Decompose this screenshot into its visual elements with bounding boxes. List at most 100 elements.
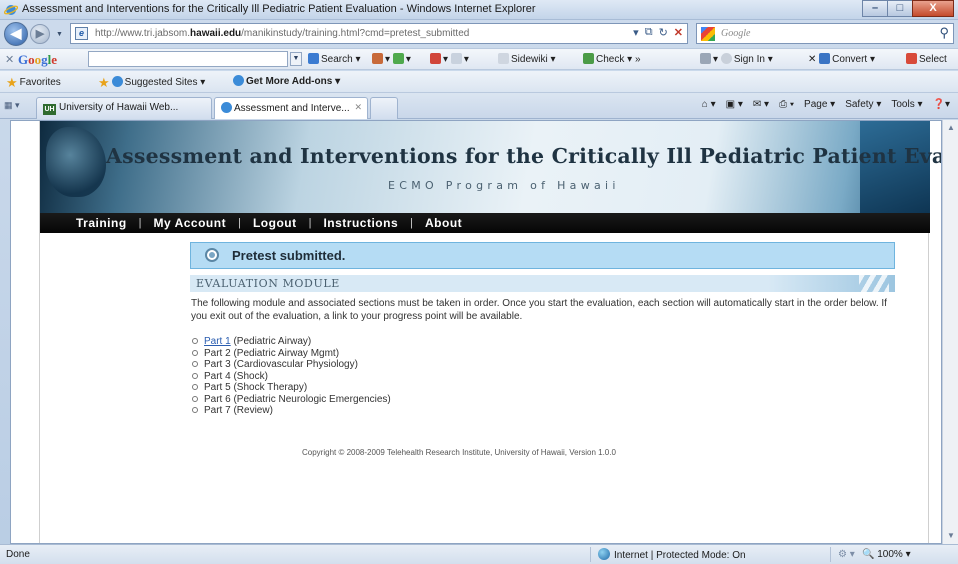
bullet-icon <box>192 361 198 367</box>
bullet-icon <box>192 395 198 402</box>
title-bar: Assessment and Interventions for the Cri… <box>0 0 958 20</box>
address-bar-row: ◀ ▶ ▼ e http://www.tri.jabsom.hawaii.edu… <box>0 20 958 48</box>
feeds-button[interactable]: ▣ ▾ <box>726 99 743 110</box>
toolbar-options-button[interactable]: ▾ ▾ <box>372 53 411 65</box>
maximize-icon: □ <box>896 2 904 14</box>
globe-icon <box>598 548 610 560</box>
ie-icon <box>111 76 123 87</box>
favorites-button[interactable]: ★ Favorites <box>6 75 61 91</box>
window-title: Assessment and Interventions for the Cri… <box>22 3 536 15</box>
popup-icon <box>450 53 462 64</box>
recent-pages-dropdown-icon[interactable]: ▼ <box>56 31 63 38</box>
module-intro: The following module and associated sect… <box>191 298 887 322</box>
info-icon <box>205 248 219 262</box>
command-bar: ⌂ ▾ ▣ ▾ ✉ ▾ ⎙ ▾ Page ▾ Safety ▾ Tools ▾ … <box>702 99 950 110</box>
uh-icon: UH <box>43 104 56 115</box>
help-icon[interactable]: ❓▾ <box>933 99 950 110</box>
popup-blocker-icon[interactable]: ⚙ ▾ <box>838 549 855 560</box>
suggested-sites-link[interactable]: ★ Suggested Sites ▾ <box>98 75 205 91</box>
url-dropdown-icon[interactable]: ▾ <box>633 26 639 39</box>
stop-icon[interactable]: ✕ <box>674 26 683 39</box>
new-tab-button[interactable] <box>370 97 398 119</box>
bookmarks-button[interactable]: ▾ ▾ <box>430 53 469 65</box>
tab-university-of-hawaii[interactable]: UH University of Hawaii Web... <box>36 97 212 119</box>
site-title: Assessment and Interventions for the Cri… <box>106 144 942 168</box>
bookmark-icon <box>430 53 441 64</box>
page-viewport: Assessment and Interventions for the Cri… <box>10 120 942 544</box>
scroll-down-icon[interactable]: ▼ <box>943 528 958 544</box>
vertical-scrollbar[interactable]: ▲ ▼ <box>942 120 958 544</box>
favorites-star-icon: ★ <box>6 75 18 90</box>
nav-separator: | <box>308 217 312 229</box>
search-provider-icon[interactable] <box>701 27 715 41</box>
home-button[interactable]: ⌂ ▾ <box>702 99 716 110</box>
options-icon <box>372 53 383 64</box>
bullet-icon <box>192 384 198 390</box>
site-container: Assessment and Interventions for the Cri… <box>39 121 942 543</box>
zoom-control[interactable]: 🔍 100% ▾ <box>862 549 911 560</box>
search-icon[interactable]: ⚲ <box>939 25 949 41</box>
signin-button[interactable]: ▾ Sign In ▾ <box>700 53 773 65</box>
list-item: Part 5 (Shock Therapy) <box>191 382 691 394</box>
module-heading: EVALUATION MODULE <box>190 275 895 292</box>
minimize-button[interactable]: – <box>862 0 888 17</box>
nav-my-account[interactable]: My Account <box>154 216 227 230</box>
nav-about[interactable]: About <box>425 216 462 230</box>
scroll-up-icon[interactable]: ▲ <box>943 120 958 136</box>
nav-instructions[interactable]: Instructions <box>323 216 398 230</box>
address-bar[interactable]: e http://www.tri.jabsom.hawaii.edu/manik… <box>70 23 688 44</box>
pdf-select-icon <box>906 53 917 64</box>
select-button[interactable]: Select <box>906 53 947 65</box>
url-text[interactable]: http://www.tri.jabsom.hawaii.edu/manikin… <box>95 28 469 39</box>
list-item: Part 2 (Pediatric Airway Mgmt) <box>191 348 691 360</box>
list-item: Part 6 (Pediatric Neurologic Emergencies… <box>191 394 691 406</box>
forward-button[interactable]: ▶ <box>30 24 50 44</box>
part-1-link[interactable]: Part 1 <box>204 336 231 347</box>
safety-menu[interactable]: Safety ▾ <box>845 99 881 110</box>
page-menu[interactable]: Page ▾ <box>804 99 835 110</box>
maximize-button[interactable]: □ <box>887 0 913 17</box>
bullet-icon <box>192 372 198 379</box>
spellcheck-button[interactable]: Check ▾ » <box>583 53 641 65</box>
quick-tabs-icon[interactable]: ▦ ▾ <box>4 100 20 111</box>
mail-button[interactable]: ✉ ▾ <box>753 99 769 110</box>
convert-button[interactable]: ✕ Convert ▾ <box>808 53 875 65</box>
print-button[interactable]: ⎙ ▾ <box>779 99 794 110</box>
status-divider <box>830 547 831 562</box>
tab-assessment[interactable]: Assessment and Interve... ✕ <box>214 97 368 119</box>
tools-menu[interactable]: Tools ▾ <box>891 99 922 110</box>
add-favorite-icon: ★ <box>98 75 110 90</box>
convert-icon <box>819 53 831 64</box>
refresh-icon[interactable]: ↻ <box>659 26 668 39</box>
toolbar-close-icon[interactable]: ✕ <box>5 53 14 66</box>
back-button[interactable]: ◀ <box>4 22 28 46</box>
security-zone[interactable]: Internet | Protected Mode: On <box>598 548 746 561</box>
google-search-icon <box>308 53 319 64</box>
nav-separator: | <box>238 217 241 229</box>
list-item: Part 1 (Pediatric Airway) <box>191 336 691 348</box>
tab-close-icon[interactable]: ✕ <box>354 102 362 113</box>
google-search-dropdown[interactable]: ▼ <box>290 52 302 66</box>
tab-row: ▦ ▾ UH University of Hawaii Web... Assess… <box>0 93 958 119</box>
module-heading-label: EVALUATION MODULE <box>196 277 340 290</box>
google-search-button[interactable]: Search ▾ <box>308 53 361 65</box>
bullet-icon <box>192 338 198 344</box>
search-box[interactable]: Google ⚲ <box>696 23 954 44</box>
get-more-addons-link[interactable]: Get More Add-ons ▾ <box>233 75 340 87</box>
window-controls: – □ X <box>862 0 954 18</box>
address-tools: ▾ ⧉ ↻ ✕ <box>633 26 683 39</box>
nav-logout[interactable]: Logout <box>253 216 297 230</box>
wrench-icon <box>700 53 711 64</box>
close-button[interactable]: X <box>912 0 954 17</box>
browser-window: Assessment and Interventions for the Cri… <box>0 0 958 564</box>
google-search-input[interactable] <box>88 51 288 67</box>
ie-icon <box>4 5 18 15</box>
site-nav: Training | My Account | Logout | Instruc… <box>40 213 930 233</box>
status-bar: Done Internet | Protected Mode: On ⚙ ▾ 🔍… <box>0 544 958 564</box>
search-placeholder: Google <box>721 28 751 39</box>
notice-message: Pretest submitted. <box>232 248 346 263</box>
sidewiki-button[interactable]: Sidewiki ▾ <box>498 53 556 65</box>
ie-icon <box>221 102 232 113</box>
compatibility-view-icon[interactable]: ⧉ <box>645 26 653 39</box>
nav-training[interactable]: Training <box>76 216 127 230</box>
